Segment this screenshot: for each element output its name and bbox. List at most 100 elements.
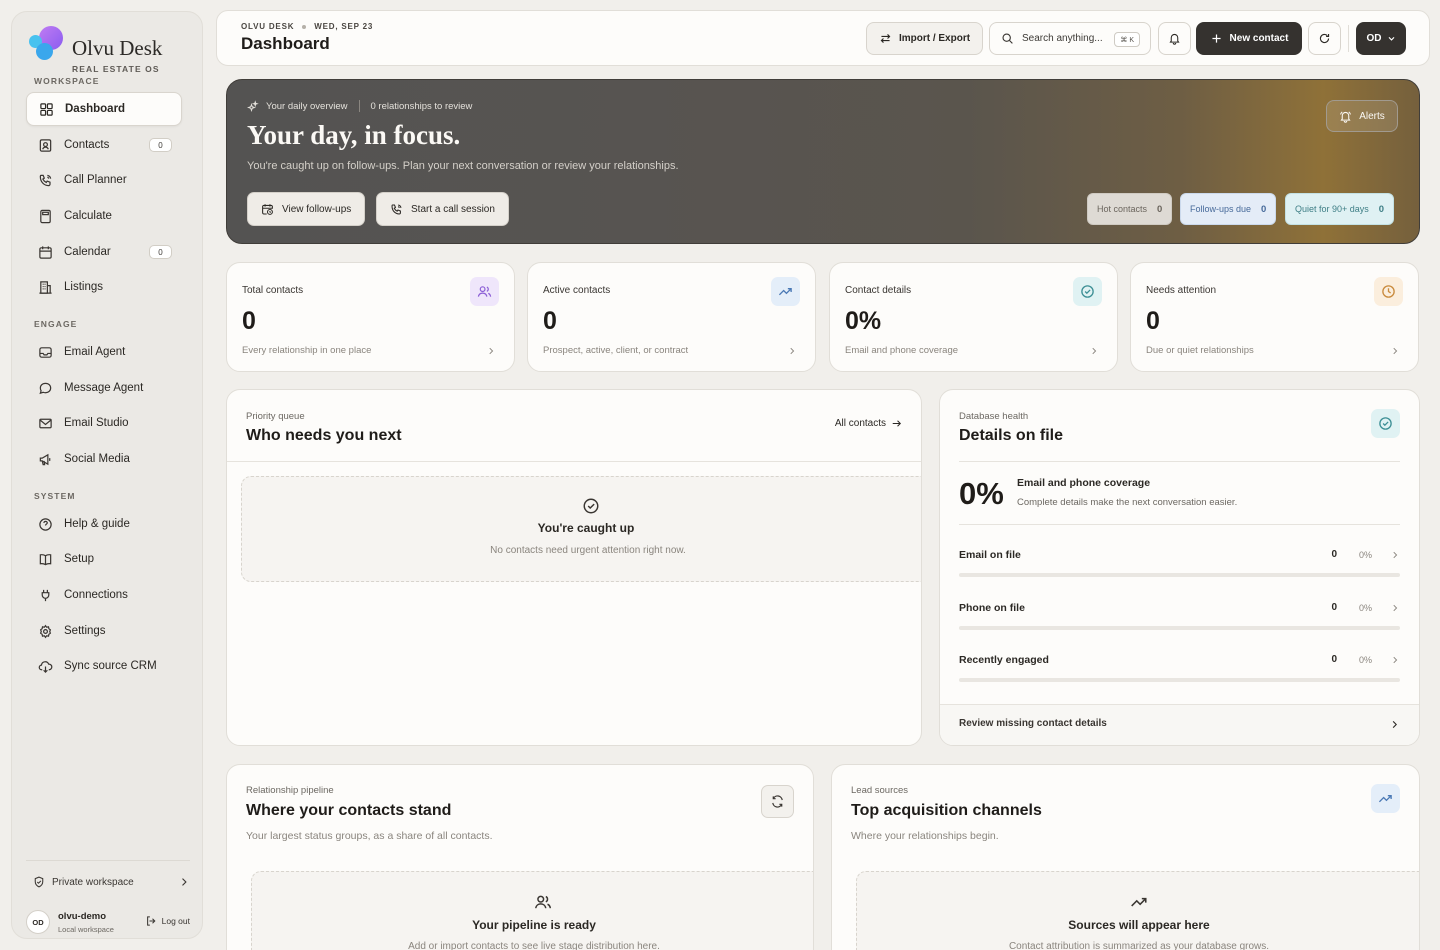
megaphone-icon (39, 453, 51, 465)
refresh-button[interactable] (1308, 22, 1341, 55)
start-call-session-button[interactable]: Start a call session (376, 192, 509, 226)
refresh-icon (1319, 33, 1330, 44)
chevron-right-icon (1393, 551, 1398, 559)
row-percent: 0% (1358, 603, 1372, 613)
review-missing-details-link[interactable]: Review missing contact details (940, 704, 1419, 745)
hot-contacts-pill[interactable]: Hot contacts 0 (1087, 193, 1173, 225)
database-health-card: Database health Details on file 0% Email… (939, 389, 1420, 746)
breadcrumb: OLVU DESK WED, SEP 23 (241, 22, 373, 31)
stat-card-needs-attention[interactable]: Needs attention 0 Due or quiet relations… (1130, 262, 1419, 372)
sidebar-item-setup[interactable]: Setup (26, 542, 182, 576)
clock-icon (1382, 285, 1395, 298)
card-title: Details on file (959, 427, 1064, 444)
avatar[interactable]: OD (26, 910, 50, 934)
sidebar-item-email-agent[interactable]: Email Agent (26, 335, 182, 369)
refresh-pipeline-button[interactable] (761, 785, 794, 818)
sources-empty-state: Sources will appear here Contact attribu… (856, 871, 1419, 950)
sidebar-item-message-agent[interactable]: Message Agent (26, 371, 182, 405)
shield-check-icon (34, 876, 44, 888)
sidebar-item-sync-crm[interactable]: Sync source CRM (26, 649, 182, 683)
alerts-button[interactable]: Alerts (1326, 100, 1398, 132)
check-circle-icon (1081, 285, 1094, 298)
health-row-engaged[interactable]: Recently engaged 0 0% (959, 654, 1400, 684)
sidebar-footer: Private workspace OD olvu-demo Local wor… (26, 860, 190, 934)
view-followups-button[interactable]: View follow-ups (247, 192, 366, 226)
search-input[interactable]: Search anything... ⌘ K (989, 22, 1151, 55)
logout-button[interactable]: Log out (145, 915, 190, 927)
empty-title: You're caught up (537, 521, 635, 535)
lead-sources-card: Lead sources Top acquisition channels Wh… (831, 764, 1420, 950)
pill-count: 0 (1261, 203, 1267, 215)
brand[interactable]: Olvu Desk REAL ESTATE OS (28, 26, 188, 74)
sidebar-item-label: Connections (64, 589, 128, 601)
chevron-right-icon (1393, 656, 1398, 664)
refresh-icon (772, 795, 783, 808)
row-count: 0 (1331, 654, 1337, 665)
private-workspace-button[interactable]: Private workspace (26, 871, 190, 893)
health-row-email[interactable]: Email on file 0 0% (959, 549, 1400, 579)
all-contacts-link[interactable]: All contacts (835, 418, 902, 429)
user-menu-button[interactable]: OD (1356, 22, 1406, 55)
sidebar: Olvu Desk REAL ESTATE OS WORKSPACE Dashb… (11, 11, 203, 939)
logout-label: Log out (161, 916, 190, 926)
row-percent: 0% (1358, 550, 1372, 560)
empty-title: Your pipeline is ready (472, 918, 596, 932)
users-icon (477, 286, 492, 297)
sidebar-item-label: Calendar (64, 246, 111, 258)
new-contact-button[interactable]: New contact (1196, 22, 1302, 55)
stat-value: 0 (543, 307, 557, 335)
sidebar-item-call-planner[interactable]: Call Planner (26, 163, 182, 197)
card-subtitle: Where your relationships begin. (851, 830, 999, 842)
card-title: Who needs you next (246, 427, 402, 444)
new-contact-label: New contact (1229, 33, 1289, 44)
followups-due-pill[interactable]: Follow-ups due 0 (1180, 193, 1277, 225)
chevron-right-icon (1392, 721, 1397, 728)
import-export-button[interactable]: Import / Export (866, 22, 983, 55)
sidebar-item-dashboard[interactable]: Dashboard (26, 92, 182, 126)
divider (959, 524, 1400, 525)
chevron-right-icon (489, 347, 494, 355)
coverage-label: Email and phone coverage (1017, 477, 1151, 489)
search-shortcut: ⌘ K (1114, 32, 1140, 47)
stat-card-total-contacts[interactable]: Total contacts 0 Every relationship in o… (226, 262, 515, 372)
sidebar-item-email-studio[interactable]: Email Studio (26, 406, 182, 440)
sidebar-item-calculate[interactable]: Calculate (26, 199, 182, 233)
empty-description: Contact attribution is summarized as you… (1008, 941, 1270, 950)
sidebar-item-calendar[interactable]: Calendar 0 (26, 235, 182, 269)
stat-label: Contact details (845, 285, 912, 296)
chevron-right-icon (182, 878, 187, 886)
sources-icon-badge (1371, 784, 1400, 813)
sidebar-item-label: Call Planner (64, 174, 127, 186)
sidebar-item-label: Listings (64, 281, 103, 293)
divider (358, 100, 360, 112)
chevron-right-icon (1393, 347, 1398, 355)
daily-overview-banner: Your daily overview 0 relationships to r… (226, 79, 1420, 244)
sidebar-item-connections[interactable]: Connections (26, 578, 182, 612)
sidebar-item-listings[interactable]: Listings (26, 270, 182, 304)
health-row-phone[interactable]: Phone on file 0 0% (959, 602, 1400, 632)
priority-empty-state: You're caught up No contacts need urgent… (241, 476, 921, 582)
stat-card-contact-details[interactable]: Contact details 0% Email and phone cover… (829, 262, 1118, 372)
check-circle-icon (583, 498, 599, 514)
empty-description: No contacts need urgent attention right … (490, 545, 686, 556)
sidebar-item-label: Setup (64, 553, 95, 565)
pill-count: 0 (1378, 203, 1385, 215)
sidebar-item-settings[interactable]: Settings (26, 614, 182, 648)
sidebar-item-social-media[interactable]: Social Media (26, 442, 182, 476)
pill-label: Follow-ups due (1190, 204, 1252, 214)
card-title: Where your contacts stand (246, 802, 452, 819)
sidebar-item-label: Email Studio (64, 417, 129, 429)
sidebar-item-contacts[interactable]: Contacts 0 (26, 128, 182, 162)
sparkle-icon (247, 100, 259, 112)
notifications-button[interactable] (1158, 22, 1191, 55)
sidebar-item-help[interactable]: Help & guide (26, 507, 182, 541)
pill-label: Hot contacts (1097, 204, 1148, 214)
all-contacts-label: All contacts (834, 418, 886, 429)
quiet-90-days-pill[interactable]: Quiet for 90+ days 0 (1285, 193, 1395, 225)
sidebar-item-label: Dashboard (65, 103, 126, 115)
stat-card-active-contacts[interactable]: Active contacts 0 Prospect, active, clie… (527, 262, 816, 372)
help-circle-icon (39, 517, 52, 531)
chevron-right-icon (790, 347, 795, 355)
divider (959, 461, 1400, 462)
inbox-icon (39, 346, 52, 358)
